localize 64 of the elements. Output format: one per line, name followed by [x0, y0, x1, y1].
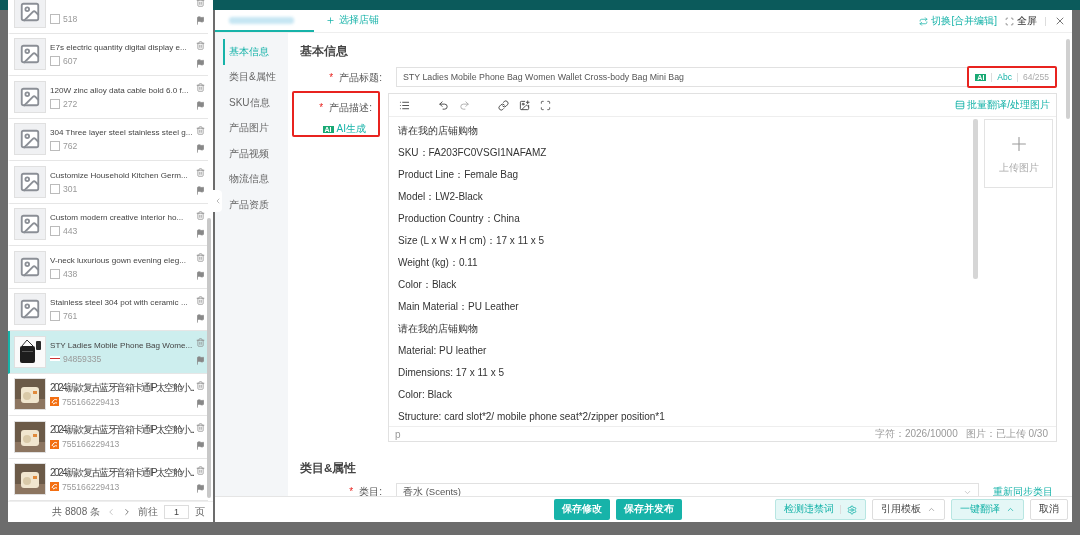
- section-heading: 类目&属性: [300, 461, 358, 476]
- product-list-item[interactable]: 518: [8, 0, 208, 34]
- template-button[interactable]: 引用模板: [872, 499, 945, 520]
- cancel-button[interactable]: 取消: [1030, 499, 1068, 520]
- product-id: 607: [63, 56, 78, 67]
- product-title: V-neck luxurious gown evening eleg...: [50, 254, 186, 266]
- product-title: 304 Three layer steel stainless steel g...: [50, 127, 193, 139]
- field-label: * 产品标题:: [329, 71, 382, 85]
- character-count: 字符：2026/10000: [874, 427, 958, 441]
- section-nav-item[interactable]: SKU信息: [223, 90, 270, 116]
- product-id: 762: [63, 141, 78, 152]
- product-id: 755166229413: [62, 439, 120, 450]
- product-id: 443: [63, 226, 78, 237]
- description-line: Main Material：PU Leather: [398, 300, 520, 314]
- description-line: Material: PU leather: [398, 344, 488, 358]
- product-id: 755166229413: [62, 396, 120, 407]
- goto-label: 前往: [138, 505, 158, 519]
- product-id: 518: [63, 13, 78, 24]
- product-title: 2024新款复古蓝牙音箱卡通IP太空舱小...: [50, 424, 194, 437]
- section-heading: 基本信息: [300, 44, 349, 59]
- description-line: 请在我的店铺购物: [398, 124, 479, 138]
- product-list-item[interactable]: STY Ladies Mobile Phone Bag Wome... 94859335: [8, 331, 208, 374]
- product-id: 755166229413: [62, 481, 120, 492]
- description-line: Model：LW2-Black: [398, 190, 484, 204]
- section-nav-item[interactable]: 产品资质: [223, 192, 269, 218]
- description-line: 请在我的店铺购物: [398, 322, 479, 336]
- description-line: Structure: card slot*2/ mobile phone seat*2/zipper position*1: [398, 410, 666, 424]
- product-title: STY Ladies Mobile Phone Bag Wome...: [50, 339, 193, 351]
- product-title: Custom modern creative interior ho...: [50, 212, 184, 224]
- section-nav-item[interactable]: 物流信息: [223, 166, 269, 192]
- section-nav-item[interactable]: 产品图片: [223, 115, 269, 141]
- total-count: 共 8808 条: [52, 505, 100, 519]
- section-nav-item[interactable]: 类目&属性: [223, 64, 276, 90]
- product-id: 272: [63, 98, 78, 109]
- element-path: p: [395, 428, 401, 440]
- product-id: 301: [63, 183, 78, 194]
- section-nav-item[interactable]: 产品视频: [223, 141, 269, 167]
- description-line: SKU：FA203FC0VSGI1NAFAMZ: [398, 146, 548, 160]
- product-title: E7s electric quantity digital display e...: [50, 42, 187, 54]
- description-line: Weight (kg)：0.11: [398, 256, 479, 270]
- product-title: 2024新款复古蓝牙音箱卡通IP太空舱小...: [50, 381, 194, 394]
- product-id: 438: [63, 268, 78, 279]
- description-line: Color：Black: [398, 278, 458, 292]
- required-mark: *: [329, 72, 334, 83]
- description-line: Dimensions: 17 x 11 x 5: [398, 366, 505, 380]
- description-line: Product Line：Female Bag: [398, 168, 520, 182]
- required-mark: *: [319, 102, 324, 113]
- product-title: Stainless steel 304 pot with ceramic ...: [50, 297, 188, 309]
- page-unit: 页: [195, 505, 205, 519]
- page-input[interactable]: 1: [164, 505, 189, 519]
- product-title: Customize Household Kitchen Germ...: [50, 169, 188, 181]
- description-line: Size (L x W x H cm)：17 x 11 x 5: [398, 234, 546, 248]
- required-mark: *: [349, 486, 354, 496]
- product-id: 761: [63, 311, 78, 322]
- product-title: 120W zinc alloy data cable bold 6.0 f...: [50, 84, 189, 96]
- image-count: 图片：已上传 0/30: [965, 427, 1048, 441]
- fullscreen-button[interactable]: 全屏: [1005, 14, 1037, 28]
- character-count: 64/255: [1023, 72, 1049, 82]
- field-label: * 产品描述:: [319, 101, 372, 115]
- product-id: 94859335: [63, 353, 102, 364]
- description-line: Production Country：China: [398, 212, 521, 226]
- description-line: Color: Black: [398, 388, 453, 402]
- product-title: 2024新款复古蓝牙音箱卡通IP太空舱小...: [50, 466, 194, 479]
- field-label: * 类目:: [349, 485, 382, 496]
